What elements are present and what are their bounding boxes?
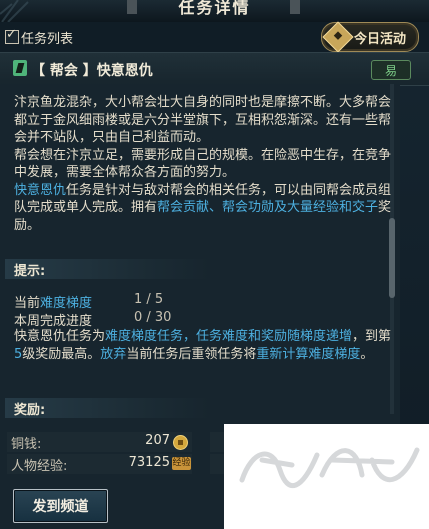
exp-icon: 经验 bbox=[172, 457, 191, 470]
reward-row-exp: 人物经验: 73125 经验 bbox=[7, 454, 192, 474]
note-text: 。 bbox=[360, 346, 374, 362]
exp-value: 73125 bbox=[128, 455, 170, 470]
weekly-progress-value: 0 / 30 bbox=[134, 310, 172, 325]
note-highlight: 难度梯度任务，任务难度和奖励随梯度递增 bbox=[105, 329, 353, 344]
coin-label: 铜钱: bbox=[11, 437, 42, 452]
reward-slot-fragment bbox=[210, 454, 224, 474]
quest-list-checkbox[interactable] bbox=[5, 27, 19, 44]
note-highlight: 重新计算难度梯度 bbox=[256, 346, 361, 362]
watermark-logo bbox=[224, 424, 429, 529]
rewards-section-header: 奖励: bbox=[5, 398, 210, 418]
tips-section-header: 提示: bbox=[5, 259, 210, 279]
reward-row-coin: 铜钱: 207 bbox=[7, 432, 192, 452]
send-to-channel-label: 发到频道 bbox=[32, 499, 89, 515]
note-text: ，到第 bbox=[352, 329, 392, 344]
quest-description: 汴京鱼龙混杂，大小帮会壮大自身的同时也是摩擦不断。大多帮会都立于金风细雨楼或是六… bbox=[14, 94, 396, 234]
coin-icon bbox=[173, 435, 188, 450]
tips-note: 快意恩仇任务为难度梯度任务，任务难度和奖励随梯度递增，到第5级奖励最高。放弃当前… bbox=[14, 328, 396, 363]
difficulty-level-label: 当前难度梯度 bbox=[14, 292, 92, 311]
quest-name-highlight: 快意恩仇 bbox=[14, 182, 67, 198]
difficulty-badge: 易 bbox=[371, 60, 411, 80]
description-paragraph-2: 帮会想在汴京立足，需要形成自己的规模。在险恶中生存，在竞争中发展，需要全体帮众各… bbox=[14, 147, 392, 181]
level-label-highlight: 难度梯度 bbox=[40, 296, 93, 311]
quest-title: 【 帮会 】快意恩仇 bbox=[31, 63, 153, 79]
note-text: 当前任务后重领任务将 bbox=[126, 346, 257, 362]
rewards-header-label: 奖励: bbox=[14, 403, 46, 418]
note-text: 级奖励最高。 bbox=[22, 346, 101, 362]
window-title: 任务详情 bbox=[178, 0, 251, 17]
diamond-icon bbox=[322, 21, 354, 53]
coin-value: 207 bbox=[145, 433, 170, 448]
tips-header-label: 提示: bbox=[14, 264, 46, 279]
exp-label: 人物经验: bbox=[11, 459, 68, 474]
note-highlight: 放弃 bbox=[100, 346, 127, 362]
daily-activity-button[interactable]: 今日活动 bbox=[321, 21, 419, 53]
reward-highlight: 帮会贡献、帮会功勋及大量经验和交子 bbox=[157, 200, 379, 215]
level-label-prefix: 当前 bbox=[14, 296, 41, 311]
weekly-progress-label: 本周完成进度 bbox=[14, 314, 93, 329]
reward-slot-fragment bbox=[210, 432, 224, 452]
quest-list-label[interactable]: 任务列表 bbox=[21, 28, 73, 47]
quest-scroll-icon bbox=[13, 60, 27, 76]
description-paragraph-1: 汴京鱼龙混杂，大小帮会壮大自身的同时也是摩擦不断。大多帮会都立于金风细雨楼或是六… bbox=[14, 95, 392, 145]
daily-activity-label: 今日活动 bbox=[354, 32, 407, 47]
send-to-channel-button[interactable]: 发到频道 bbox=[13, 489, 108, 523]
watermark-graphic bbox=[239, 447, 420, 489]
description-paragraph-3: 快意恩仇任务是针对与敌对帮会的相关任务，可以由同帮会成员组队完成或单人完成。拥有… bbox=[14, 182, 396, 235]
note-text: 快意恩仇任务为 bbox=[14, 329, 106, 344]
title-bar: 任务详情 bbox=[0, 0, 429, 22]
difficulty-level-value: 1 / 5 bbox=[134, 292, 164, 307]
difficulty-label: 易 bbox=[384, 64, 397, 78]
